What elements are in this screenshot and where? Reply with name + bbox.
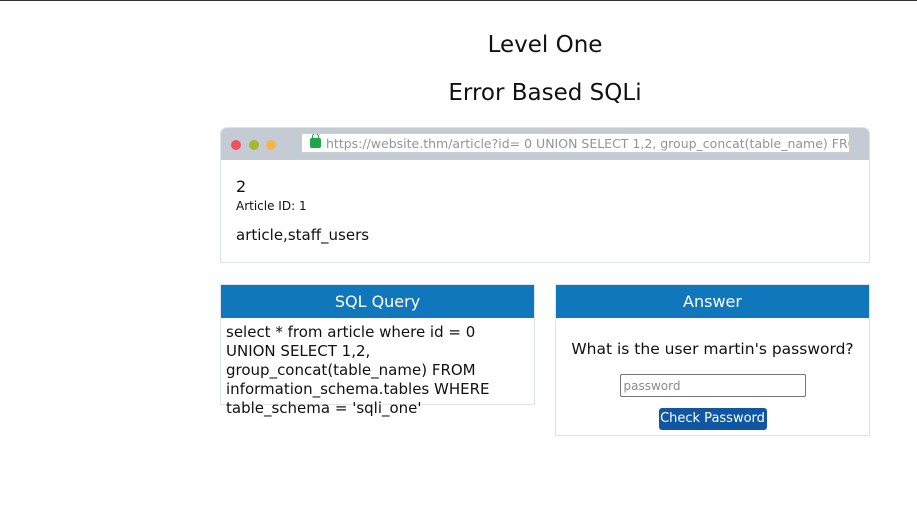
article-content: 2 Article ID: 1 article,staff_users	[221, 177, 869, 245]
lock-icon	[310, 134, 321, 148]
article-id: Article ID: 1	[236, 199, 307, 213]
check-password-button[interactable]: Check Password	[658, 408, 767, 430]
top-border	[0, 0, 917, 1]
answer-header: Answer	[556, 285, 869, 318]
close-dot-icon	[231, 140, 241, 150]
level-title: Level One	[487, 32, 603, 58]
browser-toolbar: https://website.thm/article?id= 0 UNION …	[221, 128, 869, 160]
article-title: 2	[236, 177, 247, 196]
answer-question: What is the user martin's password?	[571, 340, 854, 358]
article-body: article,staff_users	[236, 226, 370, 244]
page-subtitle: Error Based SQLi	[448, 80, 642, 106]
minimize-dot-icon	[249, 140, 259, 150]
mock-browser-window: https://website.thm/article?id= 0 UNION …	[220, 127, 870, 263]
sql-query-header: SQL Query	[221, 285, 534, 318]
address-bar-url: https://website.thm/article?id= 0 UNION …	[326, 136, 850, 151]
sql-query-panel: SQL Query select * from article where id…	[220, 284, 535, 417]
answer-panel: Answer What is the user martin's passwor…	[555, 284, 870, 436]
sql-query-text: select * from article where id = 0 UNION…	[226, 323, 490, 417]
password-input[interactable]	[619, 374, 806, 397]
maximize-dot-icon	[266, 140, 276, 150]
address-bar[interactable]: https://website.thm/article?id= 0 UNION …	[301, 133, 850, 153]
